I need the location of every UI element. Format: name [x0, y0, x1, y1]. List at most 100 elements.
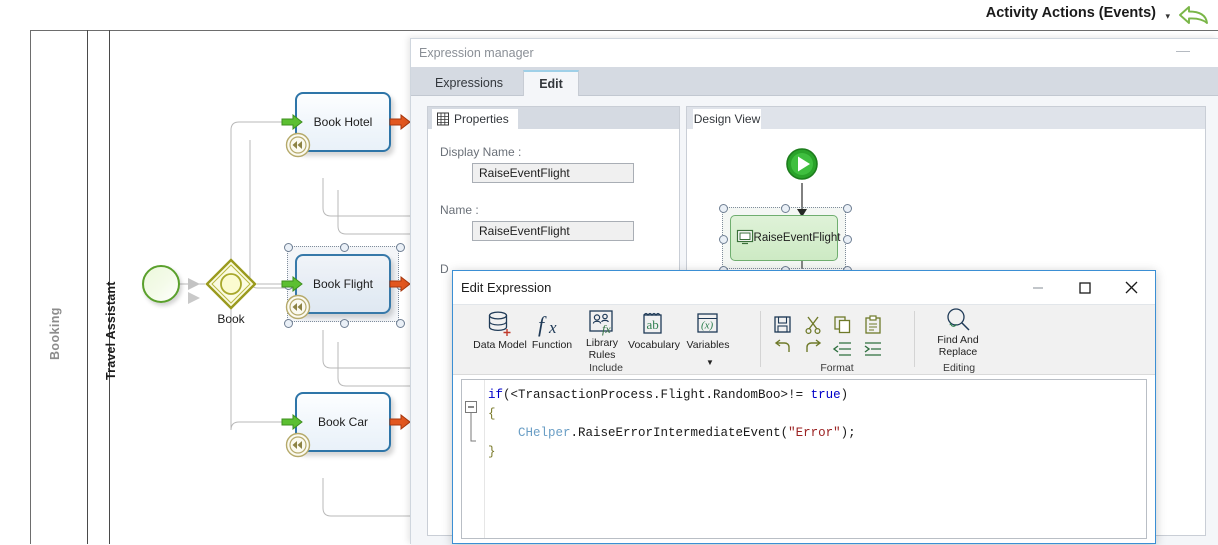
gateway-label: Book — [217, 312, 245, 326]
data-model-label: Data Model — [473, 339, 527, 351]
event-gateway[interactable] — [205, 258, 257, 310]
resize-handle[interactable] — [284, 319, 293, 328]
data-model-button[interactable]: Data Model — [473, 308, 527, 360]
rewind-badge-icon[interactable] — [285, 432, 311, 458]
paste-icon[interactable] — [863, 315, 883, 335]
task-book-hotel[interactable]: Book Hotel — [281, 92, 411, 158]
svg-text:f: f — [538, 312, 547, 337]
rewind-badge-icon[interactable] — [285, 132, 311, 158]
tab-edit[interactable]: Edit — [523, 70, 579, 96]
vocabulary-ab-icon: ab — [639, 308, 669, 338]
vocabulary-label: Vocabulary — [628, 339, 680, 351]
name-label: Name : — [440, 203, 479, 217]
occluded-field-label: D — [440, 262, 449, 276]
function-label: Function — [531, 339, 573, 351]
resize-handle[interactable] — [781, 204, 790, 213]
design-view-tabstrip — [687, 107, 1205, 129]
ribbon-group-editing-caption: Editing — [942, 362, 976, 374]
function-button[interactable]: f x Function — [527, 308, 577, 360]
properties-tab-label: Properties — [454, 112, 509, 126]
redo-icon[interactable] — [803, 339, 823, 359]
sequence-out-arrow-icon — [389, 275, 411, 293]
close-icon[interactable] — [1108, 271, 1154, 304]
resize-handle[interactable] — [396, 243, 405, 252]
name-value: RaiseEventFlight — [479, 224, 570, 238]
outdent-icon[interactable] — [832, 339, 853, 359]
svg-text:fx: fx — [602, 322, 611, 336]
task-book-car[interactable]: Book Car — [281, 392, 411, 458]
start-event[interactable] — [142, 265, 180, 303]
resize-handle[interactable] — [396, 319, 405, 328]
variables-label: Variables — [686, 339, 730, 351]
svg-text:x: x — [548, 318, 557, 337]
cut-icon[interactable] — [803, 315, 823, 335]
resize-handle[interactable] — [719, 235, 728, 244]
display-name-value: RaiseEventFlight — [479, 166, 570, 180]
minimize-icon[interactable] — [1015, 271, 1061, 304]
variables-button[interactable]: (x) Variables ▼ — [683, 308, 733, 367]
play-circle-icon[interactable] — [783, 145, 821, 183]
expression-manager-tabs: Expressions Edit — [411, 67, 1218, 96]
resize-handle[interactable] — [340, 243, 349, 252]
sequence-in-arrow-icon — [281, 113, 303, 131]
ribbon-group-include-caption: Include — [589, 362, 623, 374]
sequence-out-arrow-icon — [389, 413, 411, 431]
display-name-label: Display Name : — [440, 145, 522, 159]
library-rules-icon: fx — [587, 308, 617, 336]
activity-label: RaiseEventFlight — [753, 231, 841, 244]
app-header: Activity Actions (Events) ▾ — [0, 0, 1218, 30]
svg-text:ab: ab — [647, 317, 659, 332]
save-icon[interactable] — [773, 315, 793, 335]
sequence-in-arrow-icon — [281, 275, 303, 293]
indent-icon[interactable] — [863, 339, 883, 359]
page-title: Activity Actions (Events) — [985, 5, 1156, 21]
find-and-replace-label: Find And Replace — [937, 334, 979, 358]
window-title: Expression manager — [419, 46, 534, 60]
resize-handle[interactable] — [843, 235, 852, 244]
ribbon-group-format-caption: Format — [820, 362, 854, 374]
ribbon-group-editing: Find And Replace Editing — [915, 305, 1003, 375]
code-content[interactable]: if(<TransactionProcess.Flight.RandomBoo>… — [488, 386, 856, 462]
ribbon-group-include: Data Model f x Function fx Library Rules… — [453, 305, 759, 375]
pool-label: Booking — [48, 307, 62, 360]
editor-gutter — [462, 380, 485, 538]
edit-expression-dialog: Edit Expression Data Model f x Function … — [452, 270, 1156, 544]
display-name-field[interactable]: RaiseEventFlight — [472, 163, 634, 183]
name-field[interactable]: RaiseEventFlight — [472, 221, 634, 241]
sequence-in-arrow-icon — [281, 413, 303, 431]
resize-handle[interactable] — [719, 204, 728, 213]
minimize-icon[interactable] — [1176, 51, 1190, 52]
expression-manager-titlebar: Expression manager — [411, 39, 1218, 67]
properties-grid-icon — [436, 112, 450, 126]
svg-text:(x): (x) — [701, 320, 714, 332]
resize-handle[interactable] — [340, 319, 349, 328]
find-and-replace-button[interactable]: Find And Replace — [933, 306, 983, 358]
vocabulary-button[interactable]: ab Vocabulary — [628, 308, 680, 360]
edit-expression-titlebar[interactable]: Edit Expression — [453, 271, 1155, 305]
database-plus-icon — [485, 308, 515, 338]
screen-icon — [736, 228, 754, 246]
dialog-title: Edit Expression — [461, 280, 552, 295]
ribbon-group-format: Format — [761, 305, 913, 375]
find-replace-icon — [942, 306, 974, 333]
task-book-flight[interactable]: Book Flight — [281, 243, 411, 328]
edit-expression-ribbon: Data Model f x Function fx Library Rules… — [453, 305, 1155, 375]
resize-handle[interactable] — [284, 243, 293, 252]
tab-expressions[interactable]: Expressions — [419, 70, 519, 96]
sequence-out-arrow-icon — [389, 113, 411, 131]
resize-handle[interactable] — [843, 204, 852, 213]
pool-header — [30, 30, 88, 544]
chevron-down-icon[interactable]: ▾ — [1165, 11, 1170, 22]
copy-icon[interactable] — [833, 315, 853, 335]
library-rules-button[interactable]: fx Library Rules — [577, 308, 627, 360]
tab-design-view[interactable]: Design View — [693, 109, 761, 129]
expression-code-editor[interactable]: if(<TransactionProcess.Flight.RandomBoo>… — [461, 379, 1147, 539]
fx-icon: f x — [536, 308, 568, 338]
library-rules-label: Library Rules — [585, 337, 619, 361]
back-arrow-icon[interactable] — [1176, 2, 1210, 28]
tab-properties[interactable]: Properties — [432, 109, 518, 129]
undo-icon[interactable] — [773, 339, 793, 359]
rewind-badge-icon[interactable] — [285, 294, 311, 320]
maximize-icon[interactable] — [1062, 271, 1108, 304]
variables-x-icon: (x) — [693, 308, 723, 338]
